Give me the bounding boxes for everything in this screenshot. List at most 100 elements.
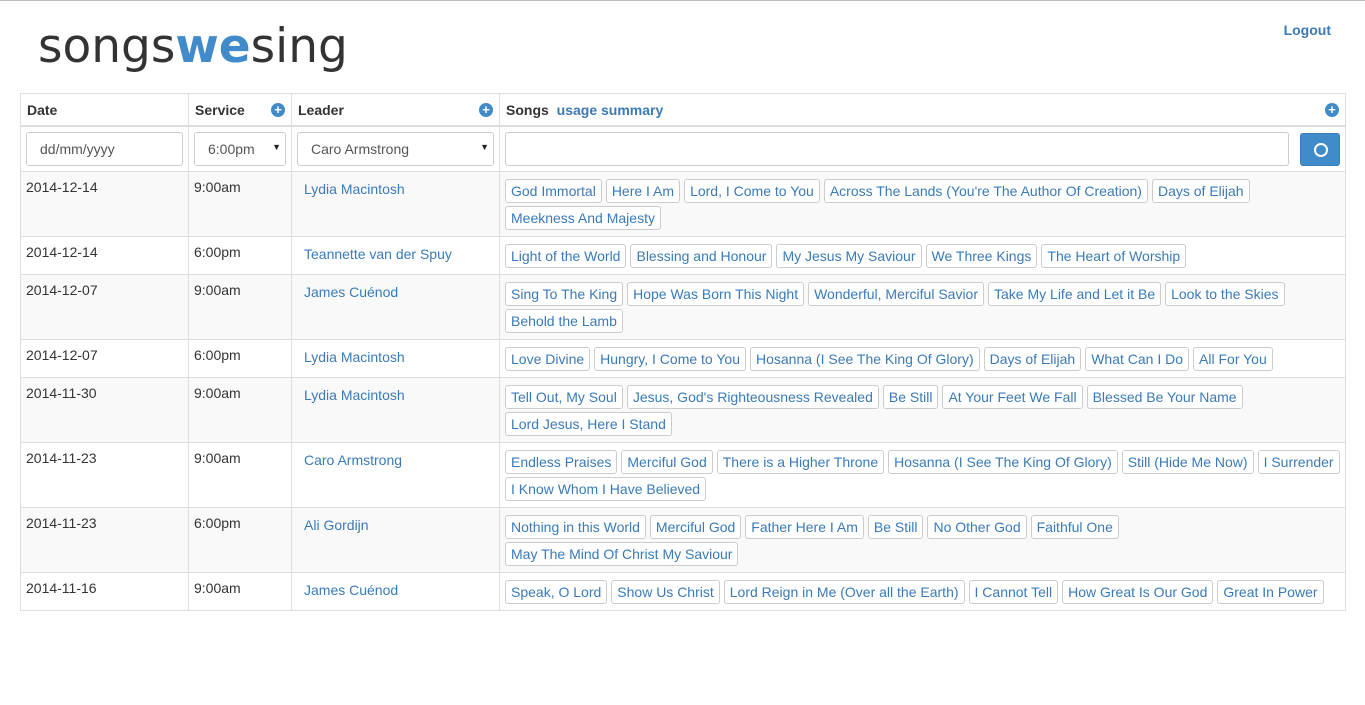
song-tag[interactable]: Merciful God	[649, 514, 742, 539]
table-row: 2014-11-23 6:00pm Ali Gordijn Nothing in th…	[20, 506, 1346, 573]
add-service-icon[interactable]: +	[271, 103, 285, 117]
songs-filter-input[interactable]	[505, 131, 1289, 166]
songs-cell: Sing To The King Hope Was Born This Night…	[499, 273, 1346, 340]
song-tag[interactable]: Blessing and Honour	[630, 243, 773, 268]
song-tag[interactable]: Sing To The King	[505, 281, 624, 306]
song-tag[interactable]: Lord Jesus, Here I Stand	[505, 411, 672, 436]
song-tag[interactable]: Endless Praises	[505, 449, 618, 474]
song-tag[interactable]: Hope Was Born This Night	[627, 281, 805, 306]
song-tag[interactable]: Blessed Be Your Name	[1086, 384, 1243, 409]
song-tag[interactable]: Love Divine	[505, 346, 591, 371]
song-tag[interactable]: Still (Hide Me Now)	[1121, 449, 1254, 474]
song-tag[interactable]: Days of Elijah	[983, 346, 1082, 371]
leader-link[interactable]: Teannette van der Spuy	[304, 246, 452, 262]
date-cell: 2014-11-16	[20, 571, 189, 611]
song-tag[interactable]: No Other God	[927, 514, 1027, 539]
song-tag-list: Love Divine Hungry, I Come to You Hosanna …	[505, 346, 1340, 371]
song-tag[interactable]: How Great Is Our God	[1062, 579, 1214, 604]
song-tag[interactable]: I Cannot Tell	[968, 579, 1059, 604]
song-tag[interactable]: Lord Reign in Me (Over all the Earth)	[723, 579, 965, 604]
service-cell: 6:00pm	[188, 235, 292, 275]
song-tag[interactable]: Jesus, God's Righteousness Revealed	[626, 384, 879, 409]
logout-link[interactable]: Logout	[1284, 22, 1331, 38]
songs-cell: Speak, O Lord Show Us Christ Lord Reign in…	[499, 571, 1346, 611]
leader-cell: Lydia Macintosh	[291, 338, 500, 378]
leader-link[interactable]: Caro Armstrong	[304, 452, 402, 468]
leader-cell: James Cuénod	[291, 273, 500, 340]
leader-link[interactable]: Lydia Macintosh	[304, 181, 405, 197]
add-song-icon[interactable]: +	[1325, 103, 1339, 117]
table-row: 2014-12-07 9:00am James Cuénod Sing To The …	[20, 273, 1346, 340]
filter-row: dd/mm/yyyy 6:00pm ▼ Caro Armstrong ▼	[20, 124, 1346, 172]
song-tag[interactable]: Merciful God	[621, 449, 713, 474]
song-tag[interactable]: My Jesus My Saviour	[776, 243, 922, 268]
leader-link[interactable]: Ali Gordijn	[304, 517, 369, 533]
date-cell: 2014-12-14	[20, 170, 189, 237]
song-tag[interactable]: Meekness And Majesty	[505, 205, 661, 230]
song-tag[interactable]: Here I Am	[605, 178, 681, 203]
song-tag[interactable]: Behold the Lamb	[505, 308, 623, 333]
usage-summary-link[interactable]: usage summary	[557, 102, 664, 118]
song-tag[interactable]: Lord, I Come to You	[684, 178, 820, 203]
service-cell: 9:00am	[188, 441, 292, 508]
table-row: 2014-11-16 9:00am James Cuénod Speak, O Lor…	[20, 571, 1346, 611]
song-tag[interactable]: Look to the Skies	[1165, 281, 1285, 306]
song-tag[interactable]: Father Here I Am	[745, 514, 864, 539]
song-tag[interactable]: I Know Whom I Have Believed	[505, 476, 707, 501]
song-tag[interactable]: God Immortal	[505, 178, 602, 203]
song-tag[interactable]: Across The Lands (You're The Author Of C…	[823, 178, 1148, 203]
song-tag[interactable]: Nothing in this World	[505, 514, 646, 539]
songs-cell: Endless Praises Merciful God There is a Hi…	[499, 441, 1346, 508]
site-logo[interactable]: songswesing	[38, 17, 348, 77]
date-filter-input[interactable]: dd/mm/yyyy	[26, 131, 183, 166]
song-tag[interactable]: Be Still	[867, 514, 924, 539]
services-table: Date Service + Leader + Songs usage summar…	[20, 93, 1346, 611]
song-tag[interactable]: Hosanna (I See The King Of Glory)	[888, 449, 1118, 474]
leader-cell: Caro Armstrong	[291, 441, 500, 508]
service-cell: 6:00pm	[188, 506, 292, 573]
song-tag[interactable]: What Can I Do	[1085, 346, 1190, 371]
leader-link[interactable]: James Cuénod	[304, 582, 398, 598]
song-tag[interactable]: Speak, O Lord	[505, 579, 608, 604]
table-row: 2014-12-14 9:00am Lydia Macintosh God Immor…	[20, 170, 1346, 237]
song-tag[interactable]: There is a Higher Throne	[716, 449, 885, 474]
leader-link[interactable]: James Cuénod	[304, 284, 398, 300]
song-tag[interactable]: May The Mind Of Christ My Saviour	[505, 541, 739, 566]
date-cell: 2014-11-23	[20, 506, 189, 573]
leader-link[interactable]: Lydia Macintosh	[304, 387, 405, 403]
song-tag[interactable]: All For You	[1193, 346, 1273, 371]
song-tag[interactable]: The Heart of Worship	[1041, 243, 1187, 268]
leader-cell: Ali Gordijn	[291, 506, 500, 573]
song-tag[interactable]: Faithful One	[1030, 514, 1119, 539]
date-cell: 2014-11-30	[20, 376, 189, 443]
song-tag[interactable]: Days of Elijah	[1151, 178, 1250, 203]
song-tag[interactable]: Take My Life and Let it Be	[988, 281, 1162, 306]
leader-cell: James Cuénod	[291, 571, 500, 611]
song-tag[interactable]: I Surrender	[1257, 449, 1340, 474]
song-tag[interactable]: At Your Feet We Fall	[942, 384, 1083, 409]
submit-filter-button[interactable]	[1300, 132, 1340, 166]
song-tag[interactable]: Wonderful, Merciful Savior	[808, 281, 985, 306]
song-tag[interactable]: We Three Kings	[925, 243, 1038, 268]
date-cell: 2014-12-14	[20, 235, 189, 275]
leader-column-header: Leader +	[291, 93, 500, 126]
service-cell: 6:00pm	[188, 338, 292, 378]
song-tag[interactable]: Hungry, I Come to You	[594, 346, 746, 371]
add-leader-icon[interactable]: +	[479, 103, 493, 117]
song-tag[interactable]: Tell Out, My Soul	[505, 384, 623, 409]
leader-cell: Teannette van der Spuy	[291, 235, 500, 275]
song-tag-list: Sing To The King Hope Was Born This Night…	[505, 281, 1340, 333]
leader-filter-select[interactable]: Caro Armstrong ▼	[297, 131, 494, 166]
date-cell: 2014-12-07	[20, 338, 189, 378]
song-tag[interactable]: Be Still	[882, 384, 939, 409]
songs-column-header: Songs usage summary +	[499, 93, 1346, 126]
song-tag[interactable]: Hosanna (I See The King Of Glory)	[749, 346, 980, 371]
songs-cell: Tell Out, My Soul Jesus, God's Righteousn…	[499, 376, 1346, 443]
song-tag[interactable]: Great In Power	[1217, 579, 1324, 604]
song-tag-list: God Immortal Here I Am Lord, I Come to You…	[505, 178, 1340, 230]
song-tag-list: Light of the World Blessing and Honour My …	[505, 243, 1340, 268]
service-filter-select[interactable]: 6:00pm ▼	[194, 131, 286, 166]
song-tag[interactable]: Light of the World	[505, 243, 627, 268]
leader-link[interactable]: Lydia Macintosh	[304, 349, 405, 365]
song-tag[interactable]: Show Us Christ	[611, 579, 720, 604]
